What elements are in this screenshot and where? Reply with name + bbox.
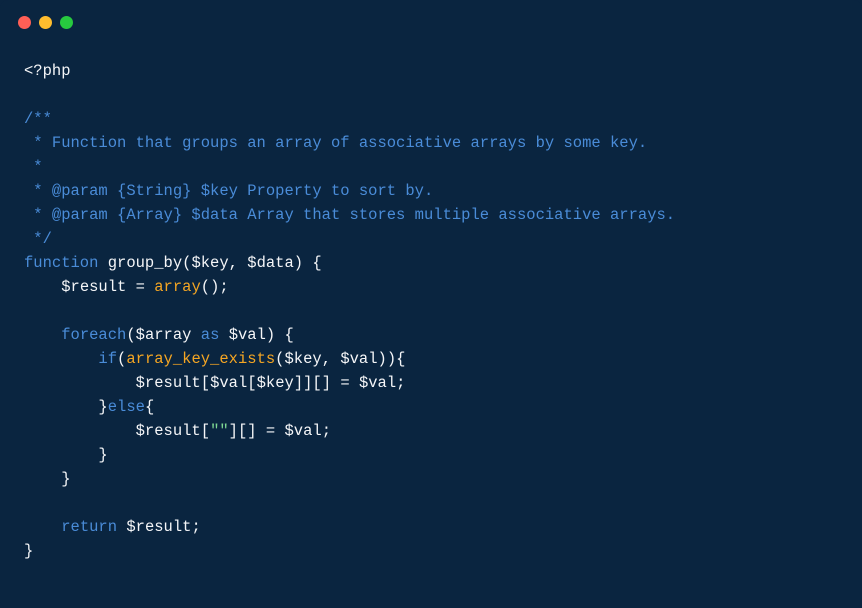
brace: ){	[387, 350, 406, 368]
space	[117, 518, 126, 536]
paren: ();	[201, 278, 229, 296]
func-name: group_by	[98, 254, 182, 272]
semi: ;	[322, 422, 331, 440]
semi: ;	[396, 374, 405, 392]
call-ake: array_key_exists	[126, 350, 275, 368]
keyword-foreach: foreach	[61, 326, 126, 344]
maximize-icon[interactable]	[60, 16, 73, 29]
param: $data	[247, 254, 294, 272]
comment-line: */	[24, 230, 52, 248]
keyword-as: as	[191, 326, 228, 344]
var: $val	[284, 422, 321, 440]
var: $key	[284, 350, 321, 368]
var: $array	[136, 326, 192, 344]
paren: (	[126, 326, 135, 344]
var: $key	[257, 374, 294, 392]
var: $result	[136, 374, 201, 392]
bracket: ][]	[229, 422, 257, 440]
comment-line: *	[24, 158, 43, 176]
brace: }	[98, 398, 107, 416]
var: $val	[340, 350, 377, 368]
brace: }	[61, 470, 70, 488]
keyword-if: if	[98, 350, 117, 368]
paren: ) {	[266, 326, 294, 344]
code-block: <?php /** * Function that groups an arra…	[0, 37, 862, 563]
minimize-icon[interactable]	[39, 16, 52, 29]
op: =	[126, 278, 154, 296]
keyword-else: else	[108, 398, 145, 416]
window-titlebar	[0, 0, 862, 37]
paren: )	[378, 350, 387, 368]
comment-line: * @param {String} $key Property to sort …	[24, 182, 433, 200]
paren: ) {	[294, 254, 322, 272]
keyword-function: function	[24, 254, 98, 272]
close-icon[interactable]	[18, 16, 31, 29]
var: $result	[126, 518, 191, 536]
brace: {	[145, 398, 154, 416]
semi: ;	[191, 518, 200, 536]
bracket: ]][]	[294, 374, 331, 392]
comment-line: /**	[24, 110, 52, 128]
comment-line: * @param {Array} $data Array that stores…	[24, 206, 675, 224]
bracket: [	[247, 374, 256, 392]
op: =	[331, 374, 359, 392]
keyword-return: return	[61, 518, 117, 536]
param: $key	[191, 254, 228, 272]
bracket: [	[201, 374, 210, 392]
bracket: [	[201, 422, 210, 440]
brace: }	[98, 446, 107, 464]
brace: }	[24, 542, 33, 560]
paren: (	[117, 350, 126, 368]
var: $val	[229, 326, 266, 344]
var: $val	[210, 374, 247, 392]
var: $result	[136, 422, 201, 440]
php-open: <?php	[24, 62, 71, 80]
comma: ,	[229, 254, 248, 272]
var: $val	[359, 374, 396, 392]
comma: ,	[322, 350, 341, 368]
op: =	[257, 422, 285, 440]
code-window: <?php /** * Function that groups an arra…	[0, 0, 862, 608]
call-array: array	[154, 278, 201, 296]
comment-line: * Function that groups an array of assoc…	[24, 134, 647, 152]
var: $result	[61, 278, 126, 296]
string-empty: ""	[210, 422, 229, 440]
